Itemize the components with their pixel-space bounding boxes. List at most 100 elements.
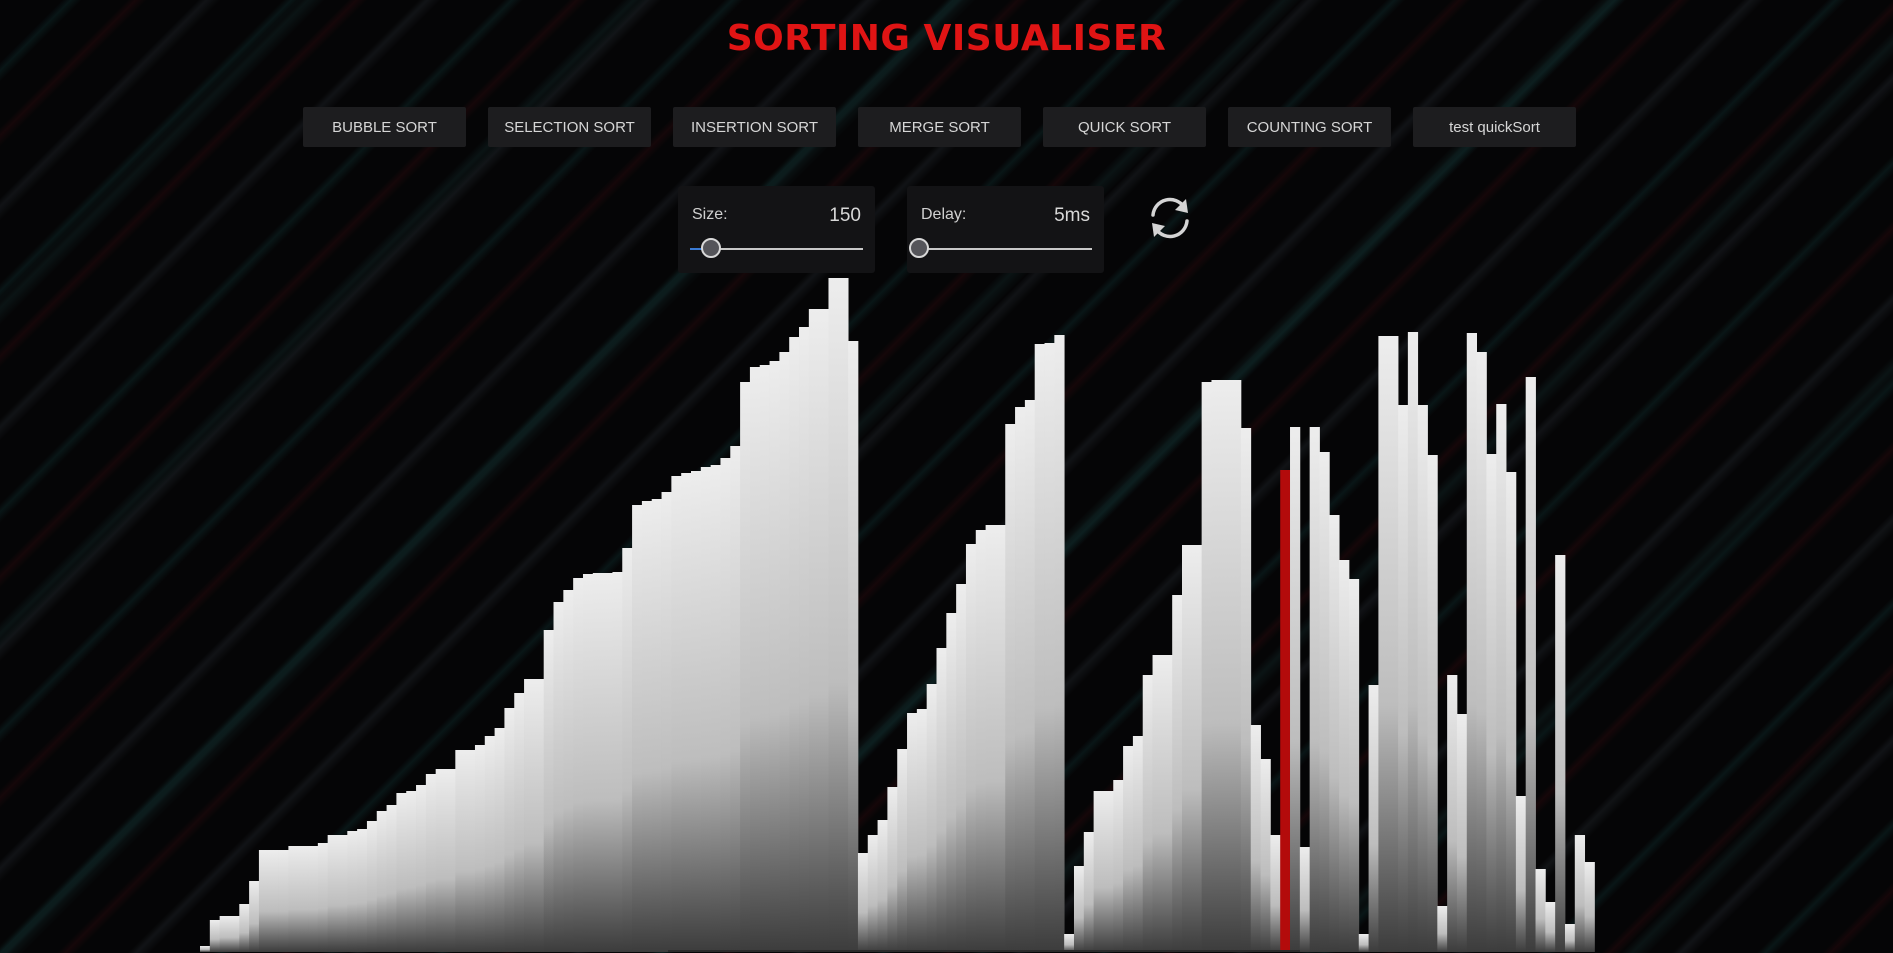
test-quicksort-button[interactable]: test quickSort bbox=[1413, 107, 1576, 147]
array-bar bbox=[1034, 344, 1045, 952]
array-bar bbox=[691, 471, 702, 952]
array-bar bbox=[543, 630, 554, 952]
array-bar bbox=[1211, 380, 1222, 952]
array-bar bbox=[573, 578, 584, 952]
array-bar bbox=[907, 713, 918, 952]
array-bar bbox=[268, 850, 279, 952]
array-bar bbox=[1044, 343, 1055, 952]
array-bar bbox=[308, 846, 319, 952]
delay-label: Delay: bbox=[921, 206, 967, 223]
delay-control: Delay: 5ms bbox=[907, 186, 1104, 273]
array-bar bbox=[425, 774, 437, 952]
bubble-sort-button[interactable]: BUBBLE SORT bbox=[303, 107, 466, 147]
array-bar bbox=[1398, 405, 1409, 952]
counting-sort-button[interactable]: COUNTING SORT bbox=[1228, 107, 1391, 147]
array-bar bbox=[1309, 427, 1320, 952]
array-bar bbox=[1250, 725, 1261, 952]
array-bar bbox=[366, 821, 378, 952]
size-slider[interactable] bbox=[690, 238, 863, 258]
array-bar bbox=[200, 946, 211, 952]
array-bar bbox=[975, 530, 986, 952]
array-bar bbox=[376, 811, 387, 952]
array-bar bbox=[740, 382, 751, 952]
array-bar bbox=[406, 791, 417, 952]
array-bar bbox=[749, 367, 761, 952]
array-bar bbox=[1525, 377, 1536, 952]
array-bar bbox=[504, 708, 515, 952]
array-bar bbox=[1142, 675, 1153, 952]
array-bar bbox=[612, 572, 623, 952]
delay-slider[interactable] bbox=[909, 238, 1092, 258]
array-bar bbox=[416, 785, 427, 952]
array-bar bbox=[848, 341, 859, 952]
array-bar bbox=[258, 850, 270, 952]
array-bar bbox=[209, 920, 221, 952]
array-bar bbox=[1005, 424, 1016, 952]
array-bar bbox=[1417, 405, 1428, 952]
array-bar bbox=[1506, 472, 1517, 952]
quick-sort-button[interactable]: QUICK SORT bbox=[1043, 107, 1206, 147]
array-bar bbox=[1535, 869, 1546, 952]
array-bar bbox=[818, 309, 829, 952]
array-bar bbox=[592, 573, 604, 952]
array-bar bbox=[1182, 545, 1193, 952]
array-bar bbox=[877, 820, 888, 952]
merge-sort-button[interactable]: MERGE SORT bbox=[858, 107, 1021, 147]
array-bar bbox=[965, 544, 977, 952]
array-bar bbox=[1339, 560, 1350, 952]
array-baseline bbox=[668, 950, 1300, 952]
array-bar bbox=[465, 750, 476, 952]
array-bar bbox=[278, 850, 289, 952]
array-bar bbox=[229, 916, 240, 952]
array-bar bbox=[1348, 579, 1360, 952]
array-bar bbox=[494, 728, 505, 952]
array-bar bbox=[1024, 400, 1036, 952]
refresh-icon[interactable] bbox=[1145, 193, 1195, 243]
insertion-sort-button[interactable]: INSERTION SORT bbox=[673, 107, 836, 147]
array-bar bbox=[455, 750, 466, 952]
array-bar bbox=[288, 846, 299, 952]
array-bar bbox=[710, 465, 721, 952]
array-bar bbox=[396, 793, 407, 952]
selection-sort-button[interactable]: SELECTION SORT bbox=[488, 107, 651, 147]
array-bar bbox=[563, 590, 574, 952]
array-bar bbox=[700, 467, 712, 952]
array-bar bbox=[867, 835, 878, 952]
array-bar bbox=[789, 337, 800, 952]
array-bar bbox=[769, 361, 780, 952]
array-bar bbox=[582, 574, 594, 952]
array-bar bbox=[514, 693, 525, 952]
array-bar bbox=[1574, 835, 1586, 952]
array-bar bbox=[1496, 404, 1507, 952]
array-bar bbox=[779, 352, 790, 952]
array-bar bbox=[1162, 655, 1173, 952]
array-bar-active bbox=[1280, 470, 1291, 952]
array-bar bbox=[298, 846, 309, 952]
array-bar bbox=[916, 709, 928, 952]
array-bar bbox=[1329, 515, 1340, 952]
array-bar bbox=[1191, 545, 1203, 952]
array-bar bbox=[1407, 332, 1419, 952]
array-bar bbox=[946, 613, 957, 952]
array-bar bbox=[239, 904, 250, 952]
array-bar bbox=[1319, 452, 1330, 952]
array-bar bbox=[1113, 780, 1124, 952]
array-bar bbox=[1172, 595, 1183, 952]
array-bar bbox=[1564, 924, 1576, 952]
array-bar bbox=[1358, 934, 1369, 952]
array-bar bbox=[1270, 835, 1281, 952]
array-bar bbox=[1388, 336, 1399, 952]
array-bar bbox=[1476, 352, 1487, 952]
array-bar bbox=[1221, 380, 1232, 952]
array-bar bbox=[1231, 380, 1242, 952]
delay-slider-thumb[interactable] bbox=[909, 238, 929, 258]
array-bar bbox=[484, 736, 495, 952]
array-bar bbox=[759, 365, 770, 952]
array-bar bbox=[828, 278, 839, 952]
array-bar bbox=[1103, 791, 1114, 952]
array-bar bbox=[730, 446, 741, 952]
size-slider-thumb[interactable] bbox=[700, 238, 721, 258]
array-bar bbox=[445, 769, 456, 952]
array-bar bbox=[1378, 336, 1389, 952]
array-bar bbox=[720, 458, 731, 952]
